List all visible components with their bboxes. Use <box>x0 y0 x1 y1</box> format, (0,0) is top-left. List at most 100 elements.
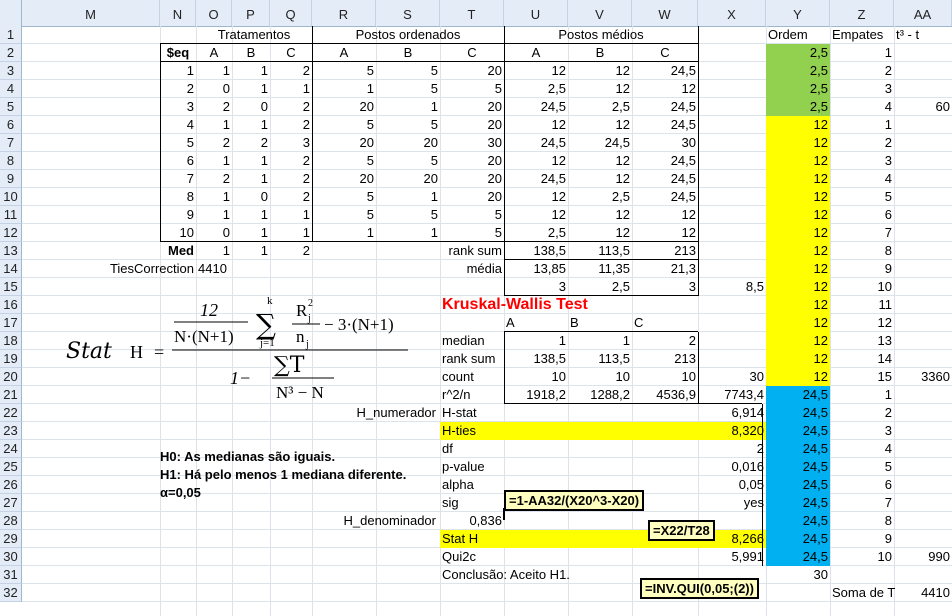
kw-median-label[interactable]: median <box>440 332 504 350</box>
ordem-cell[interactable]: 12 <box>766 260 830 278</box>
column-header-u[interactable]: U <box>504 0 568 26</box>
h-denominador-value[interactable]: 0,836 <box>440 512 504 530</box>
header-empates[interactable]: Empates <box>830 26 894 44</box>
data-cell[interactable]: 20 <box>440 170 504 188</box>
data-cell[interactable]: 12 <box>504 62 568 80</box>
row-header-2[interactable]: 2 <box>0 44 22 62</box>
data-cell[interactable]: 5 <box>312 188 376 206</box>
ordem-cell[interactable]: 12 <box>766 116 830 134</box>
ordem-cell[interactable]: 24,5 <box>766 458 830 476</box>
empates-cell[interactable]: 1 <box>830 116 894 134</box>
kw-hstat-label[interactable]: H-stat <box>440 404 698 422</box>
column-header-r[interactable]: R <box>312 0 376 26</box>
header-t3-t[interactable]: t³ - t <box>894 26 952 44</box>
kw-ranksum-label[interactable]: rank sum <box>440 350 504 368</box>
data-cell[interactable]: 1 <box>376 224 440 242</box>
ordem-cell[interactable]: 24,5 <box>766 422 830 440</box>
kw-count-label[interactable]: count <box>440 368 504 386</box>
column-header-n[interactable]: N <box>160 0 196 26</box>
data-cell[interactable]: 8 <box>160 188 196 206</box>
kw-pvalue-label[interactable]: p-value <box>440 458 698 476</box>
data-cell[interactable]: 2,5 <box>568 98 632 116</box>
data-cell[interactable]: 24,5 <box>504 134 568 152</box>
data-cell[interactable]: 12 <box>632 206 698 224</box>
data-cell[interactable]: 20 <box>440 152 504 170</box>
empates-cell[interactable]: 8 <box>830 512 894 530</box>
kw-conclusao[interactable]: Conclusão: Aceito H1. <box>440 566 632 584</box>
ordem-cell[interactable]: 12 <box>766 224 830 242</box>
row-header-27[interactable]: 27 <box>0 494 22 512</box>
data-cell[interactable]: 1 <box>376 188 440 206</box>
data-cell[interactable]: 1 <box>312 80 376 98</box>
subheader-u[interactable]: A <box>504 44 568 62</box>
column-header-s[interactable]: S <box>376 0 440 26</box>
empates-cell[interactable]: 12 <box>830 314 894 332</box>
empates-cell[interactable]: 9 <box>830 530 894 548</box>
data-cell[interactable]: 4 <box>160 116 196 134</box>
data-cell[interactable]: 2 <box>270 170 312 188</box>
data-cell[interactable]: 1 <box>312 224 376 242</box>
empates-cell[interactable]: 15 <box>830 368 894 386</box>
data-cell[interactable]: 24,5 <box>632 152 698 170</box>
ordem-cell[interactable]: 24,5 <box>766 440 830 458</box>
row-header-12[interactable]: 12 <box>0 224 22 242</box>
ordem-cell[interactable]: 12 <box>766 278 830 296</box>
data-cell[interactable]: 24,5 <box>632 188 698 206</box>
data-cell[interactable]: 20 <box>312 134 376 152</box>
kw-quic-value[interactable]: 5,991 <box>698 548 766 566</box>
subheader-r[interactable]: A <box>312 44 376 62</box>
data-cell[interactable]: 30 <box>440 134 504 152</box>
data-cell[interactable]: 3 <box>270 134 312 152</box>
data-cell[interactable]: 1 <box>160 62 196 80</box>
data-cell[interactable]: 5 <box>312 116 376 134</box>
data-cell[interactable]: 5 <box>312 62 376 80</box>
ordem-cell[interactable]: 12 <box>766 134 830 152</box>
data-cell[interactable]: 30 <box>632 134 698 152</box>
data-cell[interactable]: 1 <box>196 62 232 80</box>
ordem-cell[interactable]: 24,5 <box>766 512 830 530</box>
data-cell[interactable]: 12 <box>504 206 568 224</box>
row-header-4[interactable]: 4 <box>0 80 22 98</box>
empates-cell[interactable]: 14 <box>830 350 894 368</box>
data-cell[interactable]: 1 <box>196 116 232 134</box>
data-cell[interactable]: 9 <box>160 206 196 224</box>
column-header-aa[interactable]: AA <box>894 0 952 26</box>
empates-cell[interactable]: 13 <box>830 332 894 350</box>
column-header-w[interactable]: W <box>632 0 698 26</box>
ranksum-label[interactable]: rank sum <box>440 242 504 260</box>
subheader-p[interactable]: B <box>232 44 270 62</box>
data-cell[interactable]: 0 <box>196 80 232 98</box>
column-header-v[interactable]: V <box>568 0 632 26</box>
data-cell[interactable]: 5 <box>440 206 504 224</box>
data-cell[interactable]: 2 <box>270 116 312 134</box>
header-postos-ordenados[interactable]: Postos ordenados <box>312 26 504 44</box>
empates-cell[interactable]: 11 <box>830 296 894 314</box>
ordem-cell[interactable]: 30 <box>766 566 830 584</box>
soma-de-t-label[interactable]: Soma de T <box>830 584 895 602</box>
kw-sig-value[interactable]: yes <box>698 494 766 512</box>
ties-correction-value[interactable]: 4410 <box>196 260 232 278</box>
data-cell[interactable]: 1 <box>232 170 270 188</box>
empates-cell[interactable]: 3 <box>830 80 894 98</box>
med-p[interactable]: 1 <box>232 242 270 260</box>
kw-count-a[interactable]: 10 <box>504 368 568 386</box>
data-cell[interactable]: 2 <box>160 80 196 98</box>
data-cell[interactable]: 1 <box>232 152 270 170</box>
empates-cell[interactable]: 5 <box>830 458 894 476</box>
kw-pvalue-value[interactable]: 0,016 <box>698 458 766 476</box>
data-cell[interactable]: 20 <box>440 116 504 134</box>
ordem-cell[interactable]: 2,5 <box>766 44 830 62</box>
data-cell[interactable]: 0 <box>232 188 270 206</box>
row-header-25[interactable]: 25 <box>0 458 22 476</box>
ordem-cell[interactable]: 2,5 <box>766 98 830 116</box>
ordem-cell[interactable]: 2,5 <box>766 62 830 80</box>
ordem-cell[interactable]: 24,5 <box>766 494 830 512</box>
kw-r2n-a[interactable]: 1918,2 <box>504 386 568 404</box>
row-header-6[interactable]: 6 <box>0 116 22 134</box>
data-cell[interactable]: 20 <box>440 62 504 80</box>
row-header-10[interactable]: 10 <box>0 188 22 206</box>
t3t-r5[interactable]: 60 <box>894 98 952 116</box>
ordem-cell[interactable]: 12 <box>766 314 830 332</box>
data-cell[interactable]: 5 <box>376 152 440 170</box>
data-cell[interactable]: 1 <box>232 62 270 80</box>
